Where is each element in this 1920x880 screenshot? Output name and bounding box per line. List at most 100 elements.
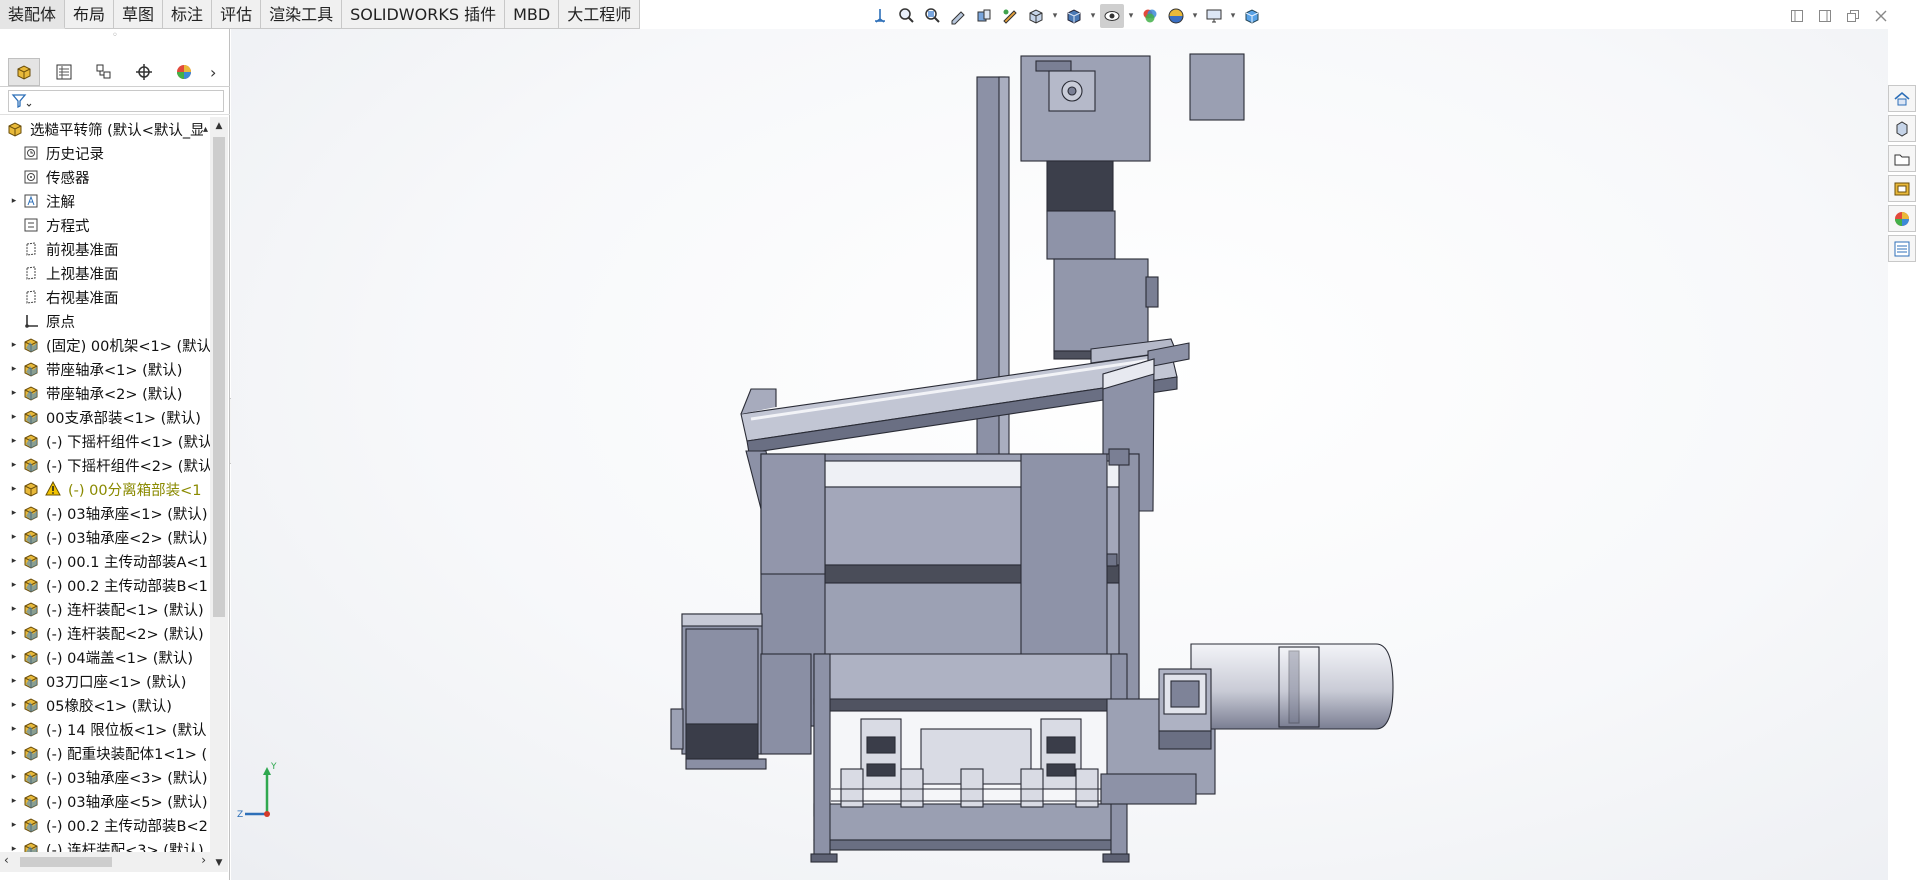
tree-filter-input[interactable] bbox=[8, 89, 224, 112]
tree-root-item[interactable]: 选糙平转筛 (默认<默认_显 ▴ bbox=[0, 117, 210, 141]
chevron-right-icon[interactable]: ▸ bbox=[8, 388, 20, 398]
tree-item[interactable]: 上视基准面 bbox=[0, 261, 210, 285]
chevron-down-icon[interactable]: ▾ bbox=[1228, 4, 1238, 28]
tree-item[interactable]: ▸ (-) 00.2 主传动部装B<1 bbox=[0, 573, 210, 597]
design-library-icon[interactable] bbox=[1888, 115, 1916, 142]
dimxpertmanager-tab[interactable] bbox=[128, 58, 160, 86]
tree-item[interactable]: 原点 bbox=[0, 309, 210, 333]
tree-item[interactable]: ▸ (-) 14 限位板<1> (默认 bbox=[0, 717, 210, 741]
chevron-right-icon[interactable]: ▸ bbox=[8, 652, 20, 662]
chevron-right-icon[interactable]: ▸ bbox=[8, 700, 20, 710]
ambient-cube-icon[interactable] bbox=[1240, 4, 1264, 28]
chevron-down-icon[interactable]: ▾ bbox=[1050, 4, 1060, 28]
displaymanager-tab[interactable] bbox=[168, 58, 200, 86]
chevron-right-icon[interactable]: ▸ bbox=[8, 604, 20, 614]
tree-item[interactable]: ▸ 03刀口座<1> (默认) bbox=[0, 669, 210, 693]
chevron-up-icon[interactable]: ▴ bbox=[203, 124, 210, 135]
tree-item[interactable]: ▸ (-) 下摇杆组件<2> (默认 bbox=[0, 453, 210, 477]
command-tab[interactable]: 标注 bbox=[163, 0, 213, 29]
tree-item[interactable]: ▸ (-) 00.1 主传动部装A<1 bbox=[0, 549, 210, 573]
tree-item[interactable]: ▸ (-) 连杆装配<2> (默认) bbox=[0, 621, 210, 645]
scrollbar-thumb[interactable] bbox=[213, 137, 225, 617]
panel-grip[interactable]: ◦ bbox=[0, 29, 230, 43]
chevron-right-icon[interactable]: ▸ bbox=[8, 676, 20, 686]
chevron-right-icon[interactable]: ▸ bbox=[8, 340, 20, 350]
tree-item[interactable]: ▸ 00支承部装<1> (默认) bbox=[0, 405, 210, 429]
tree-item[interactable]: 传感器 bbox=[0, 165, 210, 189]
command-tab[interactable]: 草图 bbox=[114, 0, 164, 29]
chevron-right-icon[interactable]: ▸ bbox=[8, 556, 20, 566]
chevron-right-icon[interactable]: ▸ bbox=[8, 628, 20, 638]
scrollbar-thumb[interactable] bbox=[20, 857, 112, 867]
tree-item[interactable]: ▸ 注解 bbox=[0, 189, 210, 213]
chevron-right-icon[interactable]: ▸ bbox=[8, 532, 20, 542]
command-tab[interactable]: 渲染工具 bbox=[261, 0, 343, 29]
command-tab[interactable]: 大工程师 bbox=[559, 0, 641, 29]
close-icon[interactable] bbox=[1870, 5, 1892, 27]
chevron-down-icon[interactable]: ▾ bbox=[1088, 4, 1098, 28]
propertymanager-tab[interactable] bbox=[48, 58, 80, 86]
chevron-right-icon[interactable]: ▸ bbox=[8, 580, 20, 590]
tree-item[interactable]: ▸ (-) 00分离箱部装<1 bbox=[0, 477, 210, 501]
command-tab[interactable]: SOLIDWORKS 插件 bbox=[342, 0, 506, 29]
custom-properties-icon[interactable] bbox=[1888, 235, 1916, 262]
tile-right-icon[interactable] bbox=[1814, 5, 1836, 27]
tree-horizontal-scrollbar[interactable]: ‹ › bbox=[0, 852, 210, 872]
tree-item[interactable]: 历史记录 bbox=[0, 141, 210, 165]
apply-scene-icon[interactable] bbox=[1164, 4, 1188, 28]
chevron-down-icon[interactable]: ▾ bbox=[1126, 4, 1136, 28]
zoom-to-fit-icon[interactable] bbox=[894, 4, 918, 28]
chevron-right-icon[interactable]: ▸ bbox=[8, 436, 20, 446]
chevron-right-icon[interactable]: ▸ bbox=[8, 364, 20, 374]
dynamic-annotation-views-icon[interactable] bbox=[998, 4, 1022, 28]
tree-item[interactable]: ▸ (-) 下摇杆组件<1> (默认 bbox=[0, 429, 210, 453]
chevron-right-icon[interactable]: ▸ bbox=[8, 196, 20, 206]
scroll-right-icon[interactable]: › bbox=[201, 853, 206, 867]
chevron-right-icon[interactable]: ▸ bbox=[8, 772, 20, 782]
hide-show-items-icon[interactable] bbox=[1100, 4, 1124, 28]
display-style-icon[interactable] bbox=[1062, 4, 1086, 28]
chevron-right-icon[interactable]: ▸ bbox=[8, 508, 20, 518]
file-explorer-icon[interactable] bbox=[1888, 145, 1916, 172]
graphics-viewport[interactable]: Y Z bbox=[231, 29, 1888, 880]
tree-item[interactable]: 前视基准面 bbox=[0, 237, 210, 261]
tree-item[interactable]: ▸ (-) 04端盖<1> (默认) bbox=[0, 645, 210, 669]
view-orientation-dropdown-icon[interactable] bbox=[1024, 4, 1048, 28]
scroll-left-icon[interactable]: ‹ bbox=[4, 853, 9, 867]
tree-item[interactable]: ▸ 05橡胶<1> (默认) bbox=[0, 693, 210, 717]
tree-item[interactable]: 方程式 bbox=[0, 213, 210, 237]
tree-item[interactable]: ▸ (-) 03轴承座<1> (默认) bbox=[0, 501, 210, 525]
command-tab[interactable]: 布局 bbox=[65, 0, 115, 29]
command-tab[interactable]: MBD bbox=[505, 0, 560, 29]
chevron-right-icon[interactable]: › bbox=[210, 63, 216, 82]
tree-item[interactable]: ▸ (-) 连杆装配<1> (默认) bbox=[0, 597, 210, 621]
chevron-right-icon[interactable]: ▸ bbox=[8, 820, 20, 830]
restore-icon[interactable] bbox=[1842, 5, 1864, 27]
tree-item[interactable]: ▸ 带座轴承<1> (默认) bbox=[0, 357, 210, 381]
edit-appearance-icon[interactable] bbox=[1138, 4, 1162, 28]
tree-item[interactable]: ▸ (-) 03轴承座<2> (默认) bbox=[0, 525, 210, 549]
appearances-icon[interactable] bbox=[1888, 205, 1916, 232]
configurationmanager-tab[interactable] bbox=[88, 58, 120, 86]
tree-item[interactable]: ▸ 带座轴承<2> (默认) bbox=[0, 381, 210, 405]
chevron-right-icon[interactable]: ▸ bbox=[8, 724, 20, 734]
home-icon[interactable] bbox=[1888, 85, 1916, 112]
view-palette-icon[interactable] bbox=[1888, 175, 1916, 202]
chevron-down-icon[interactable]: ▾ bbox=[1190, 4, 1200, 28]
tile-left-icon[interactable] bbox=[1786, 5, 1808, 27]
tree-item[interactable]: ▸ (-) 03轴承座<5> (默认) bbox=[0, 789, 210, 813]
command-tab[interactable]: 装配体 bbox=[0, 0, 66, 29]
view-orientation-icon[interactable] bbox=[868, 4, 892, 28]
scroll-down-icon[interactable]: ▼ bbox=[210, 854, 228, 872]
tree-item[interactable]: 右视基准面 bbox=[0, 285, 210, 309]
view-settings-icon[interactable] bbox=[1202, 4, 1226, 28]
tree-item[interactable]: ▸ (-) 00.2 主传动部装B<2 bbox=[0, 813, 210, 837]
chevron-right-icon[interactable]: ▸ bbox=[8, 748, 20, 758]
chevron-right-icon[interactable]: ▸ bbox=[8, 484, 20, 494]
chevron-right-icon[interactable]: ▸ bbox=[8, 796, 20, 806]
zoom-to-area-icon[interactable] bbox=[920, 4, 944, 28]
featuremanager-tab[interactable] bbox=[8, 57, 40, 86]
chevron-right-icon[interactable]: ▸ bbox=[8, 460, 20, 470]
tree-item[interactable]: ▸ (固定) 00机架<1> (默认 bbox=[0, 333, 210, 357]
previous-view-icon[interactable] bbox=[946, 4, 970, 28]
